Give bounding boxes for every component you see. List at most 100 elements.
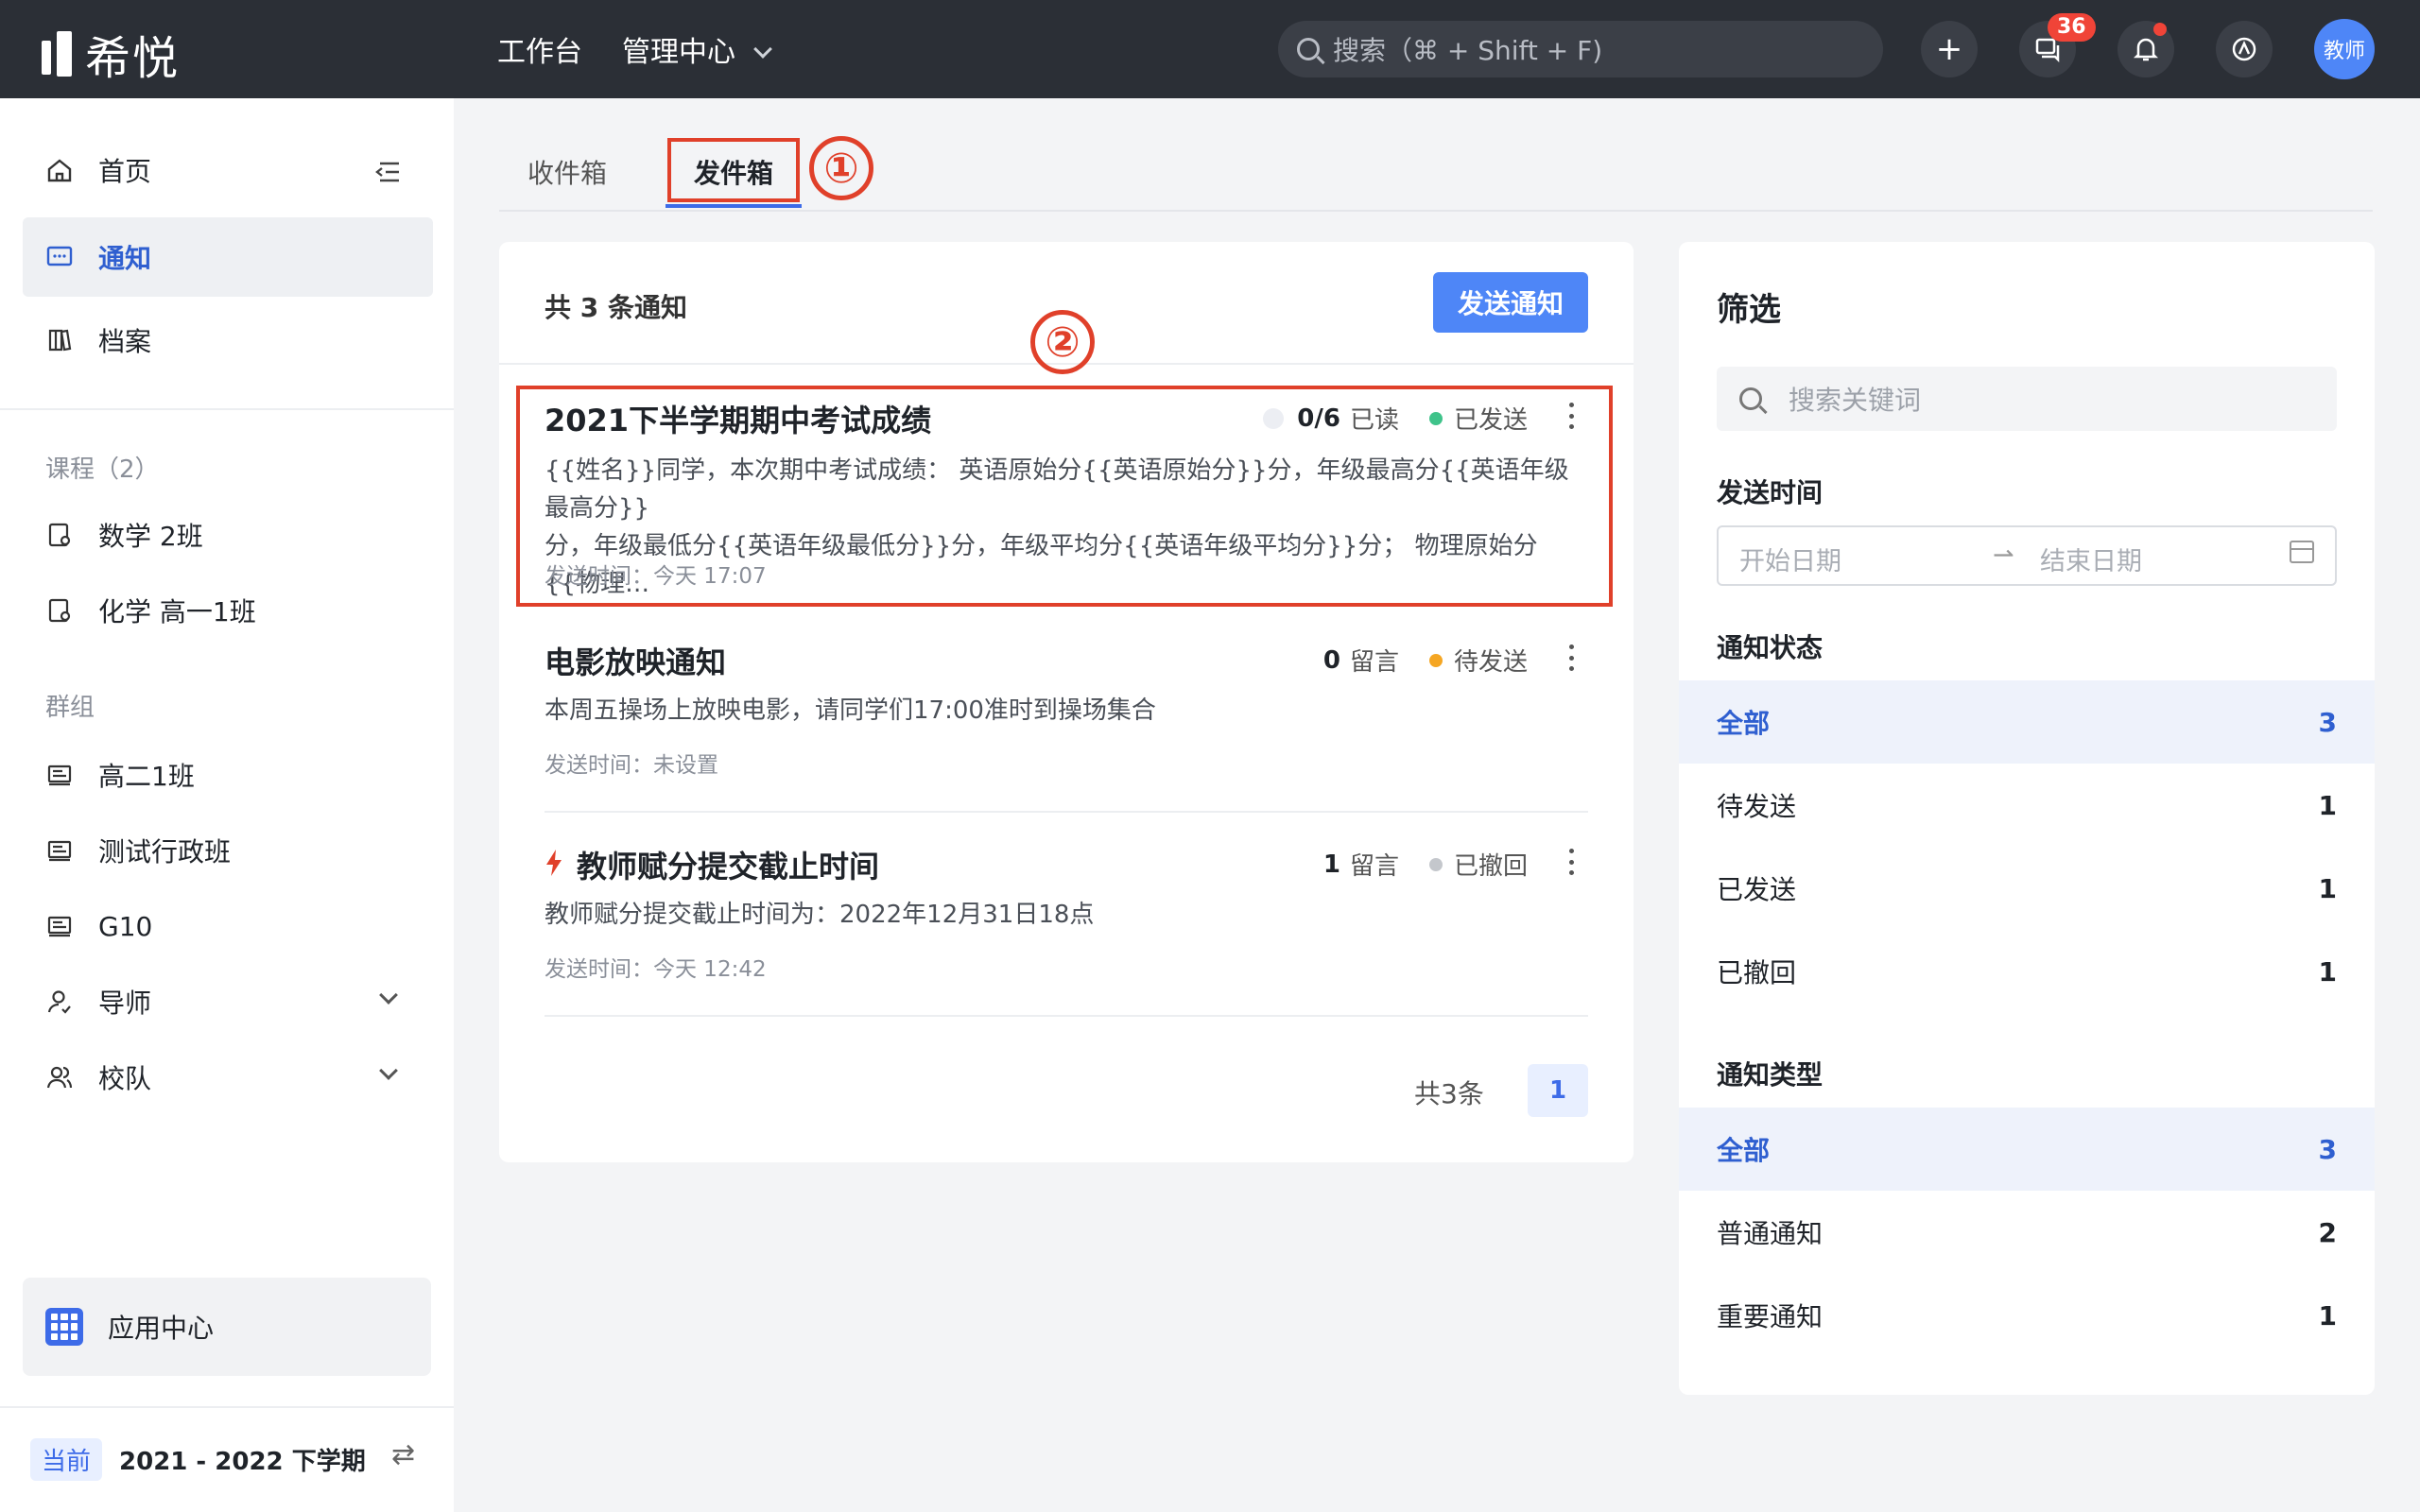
swap-icon[interactable]: ⇄ (391, 1438, 415, 1471)
more-options-icon[interactable] (1569, 849, 1575, 875)
notice-count: 共 3 条通知 (544, 292, 687, 323)
logo[interactable]: 希悦 (42, 21, 180, 87)
notice-stat-label: 留言 (1349, 648, 1399, 677)
sidebar-item-label: 通知 (98, 243, 152, 274)
notice-item[interactable]: 教师赋分提交截止时间 1 留言 已撤回 教师赋分提交截止时间为：2022年12月… (544, 843, 1588, 994)
status-dot (1428, 857, 1443, 871)
notice-item[interactable]: 电影放映通知 0 留言 待发送 本周五操场上放映电影，请同学们17:00准时到操… (544, 639, 1588, 790)
notice-body: 本周五操场上放映电影，请同学们17:00准时到操场集合 (544, 696, 1156, 725)
filter-option-label: 重要通知 (1717, 1301, 1824, 1332)
sidebar-item-label: 高二1班 (98, 761, 195, 792)
filter-type-normal[interactable]: 普通通知 2 (1679, 1191, 2375, 1274)
divider (544, 811, 1588, 813)
sidebar-item-notices[interactable]: 通知 (23, 217, 433, 297)
collapse-sidebar-icon[interactable] (374, 161, 401, 183)
divider (0, 408, 454, 410)
group-icon (45, 761, 74, 789)
avatar[interactable]: 教师 (2314, 19, 2375, 79)
app-switch-button[interactable] (2216, 21, 2273, 77)
send-notice-button[interactable]: 发送通知 (1433, 272, 1588, 333)
compass-icon (2232, 37, 2256, 61)
filter-option-count: 2 (2318, 1216, 2337, 1248)
filter-option-count: 1 (2318, 1299, 2337, 1332)
notice-meta: 0 留言 待发送 (1323, 643, 1528, 678)
sidebar-item-label: 首页 (98, 156, 152, 187)
filter-status-sent[interactable]: 已发送 1 (1679, 847, 2375, 930)
term-tag: 当前 (30, 1438, 103, 1481)
pager-total: 共3条 (1414, 1078, 1484, 1109)
notice-status: 待发送 (1453, 648, 1528, 677)
sidebar-item-label: 校队 (98, 1063, 152, 1094)
filter-option-count: 3 (2318, 1133, 2337, 1165)
search-icon (1739, 387, 1762, 410)
sidebar-item-group-3[interactable]: G10 (23, 886, 433, 966)
logo-text: 希悦 (85, 32, 181, 85)
home-icon (45, 156, 74, 184)
add-button[interactable]: + (1921, 21, 1978, 77)
messages-button[interactable]: 36 (2019, 13, 2096, 77)
filter-panel: 筛选 搜索关键词 发送时间 开始日期 ⇀ 结束日期 通知状态 全部 3 待发送 … (1679, 242, 2375, 1395)
more-options-icon[interactable] (1569, 644, 1575, 671)
courses-header: 课程（2） (45, 455, 160, 484)
sidebar-item-course-chem[interactable]: 化学 高一1班 (23, 571, 433, 650)
sidebar-item-course-math[interactable]: 数学 2班 (23, 495, 433, 575)
sidebar-item-home[interactable]: 首页 (23, 130, 433, 210)
term-selector[interactable]: 当前 2021 - 2022 下学期 (30, 1438, 366, 1481)
sidebar-item-label: 档案 (98, 326, 152, 357)
start-date-placeholder: 开始日期 (1739, 547, 1841, 576)
search-icon (1297, 38, 1320, 60)
archive-icon (45, 326, 74, 354)
filter-status-pending[interactable]: 待发送 1 (1679, 764, 2375, 847)
important-bolt-icon (544, 849, 563, 885)
nav-management-center[interactable]: 管理中心 (622, 28, 772, 70)
notice-body: 教师赋分提交截止时间为：2022年12月31日18点 (544, 901, 1095, 929)
sidebar-item-mentor[interactable]: 导师 (23, 962, 433, 1041)
notification-dot (2153, 23, 2167, 36)
filter-status-revoked[interactable]: 已撤回 1 (1679, 930, 2375, 1013)
filter-option-count: 1 (2318, 955, 2337, 988)
filter-status-all[interactable]: 全部 3 (1679, 680, 2375, 764)
end-date-placeholder: 结束日期 (2040, 547, 2142, 576)
app-center-button[interactable]: 应用中心 (23, 1278, 431, 1376)
notice-stat-label: 留言 (1349, 852, 1399, 881)
divider (544, 1015, 1588, 1017)
nav-workbench[interactable]: 工作台 (497, 28, 582, 70)
filter-option-label: 普通通知 (1717, 1218, 1824, 1249)
term-label: 2021 - 2022 下学期 (119, 1448, 366, 1476)
sidebar-item-label: 导师 (98, 988, 152, 1019)
date-range-picker[interactable]: 开始日期 ⇀ 结束日期 (1717, 525, 2337, 586)
notice-stat-value: 0 (1322, 645, 1340, 675)
annotation-2: ② (1030, 310, 1095, 374)
filter-type-important[interactable]: 重要通知 1 (1679, 1274, 2375, 1357)
mentor-icon (45, 988, 74, 1016)
pager-page-button[interactable]: 1 (1528, 1064, 1588, 1117)
sidebar-item-team[interactable]: 校队 (23, 1038, 433, 1117)
chevron-down-icon (753, 40, 772, 59)
group-icon (45, 836, 74, 865)
app-center-label: 应用中心 (108, 1313, 215, 1344)
sidebar-item-group-1[interactable]: 高二1班 (23, 735, 433, 815)
messages-badge: 36 (2048, 13, 2096, 42)
team-icon (45, 1063, 74, 1091)
type-label: 通知类型 (1717, 1059, 1824, 1091)
filter-type-all[interactable]: 全部 3 (1679, 1108, 2375, 1191)
sidebar-item-label: 测试行政班 (98, 836, 232, 868)
grid-icon (45, 1308, 83, 1346)
notice-time: 发送时间：未设置 (544, 753, 718, 778)
send-time-label: 发送时间 (1717, 477, 1824, 508)
notifications-button[interactable] (2118, 21, 2174, 77)
tab-inbox[interactable]: 收件箱 (527, 153, 607, 191)
notice-title: 电影放映通知 (544, 644, 727, 680)
filter-title: 筛选 (1717, 291, 1781, 329)
status-dot (1428, 653, 1443, 667)
keyword-search-input[interactable]: 搜索关键词 (1717, 367, 2337, 431)
global-search-input[interactable]: 搜索（⌘ + Shift + F) (1278, 21, 1883, 77)
sidebar-item-group-2[interactable]: 测试行政班 (23, 811, 433, 890)
status-label: 通知状态 (1717, 632, 1824, 663)
sidebar-item-archive[interactable]: 档案 (23, 301, 433, 380)
keyword-search-placeholder: 搜索关键词 (1789, 385, 1922, 416)
notice-title-row: 教师赋分提交截止时间 (544, 843, 879, 886)
highlight-notice-box (516, 386, 1613, 607)
course-icon (45, 596, 74, 625)
notice-meta: 1 留言 已撤回 (1323, 847, 1528, 882)
